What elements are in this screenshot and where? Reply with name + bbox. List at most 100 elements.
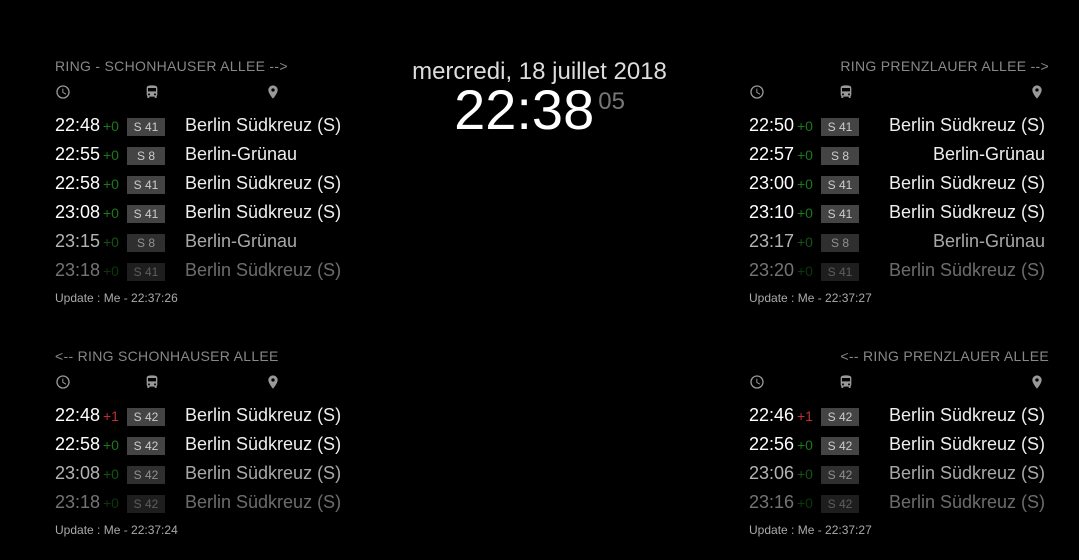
destination: Berlin Südkreuz (S)	[865, 492, 1049, 513]
departure-time: 22:50	[749, 115, 797, 136]
line-badge: S 42	[127, 492, 171, 513]
clock-icon	[749, 84, 821, 105]
panel-title: RING PRENZLAUER ALLEE -->	[749, 58, 1049, 74]
line-badge: S 42	[821, 463, 865, 484]
departure-delay: +0	[797, 118, 821, 134]
bus-icon	[821, 374, 871, 395]
panel-header	[749, 374, 1049, 395]
panel-header	[55, 374, 355, 395]
destination: Berlin Südkreuz (S)	[171, 173, 355, 194]
departure-row: 22:58+0S 42Berlin Südkreuz (S)	[55, 430, 355, 459]
panel-title: <-- RING SCHONHAUSER ALLEE	[55, 348, 355, 364]
line-badge: S 8	[127, 231, 171, 252]
departure-row: 23:16+0S 42Berlin Südkreuz (S)	[749, 488, 1049, 517]
update-time: Update : Me - 22:37:27	[749, 291, 1049, 305]
departure-delay: +0	[797, 437, 821, 453]
line-badge: S 42	[821, 492, 865, 513]
destination: Berlin Südkreuz (S)	[865, 434, 1049, 455]
departure-row: 22:58+0S 41Berlin Südkreuz (S)	[55, 169, 355, 198]
destination: Berlin Südkreuz (S)	[171, 115, 355, 136]
line-badge: S 41	[127, 202, 171, 223]
departure-delay: +0	[103, 495, 127, 511]
departure-row: 23:18+0S 41Berlin Südkreuz (S)	[55, 256, 355, 285]
departure-delay: +0	[103, 205, 127, 221]
departure-row: 23:06+0S 42Berlin Südkreuz (S)	[749, 459, 1049, 488]
destination: Berlin-Grünau	[171, 231, 355, 252]
departure-panel: RING - SCHONHAUSER ALLEE -->22:48+0S 41B…	[55, 58, 355, 305]
departure-row: 23:15+0S 8Berlin-Grünau	[55, 227, 355, 256]
line-badge: S 41	[127, 260, 171, 281]
departure-delay: +0	[103, 147, 127, 163]
destination: Berlin Südkreuz (S)	[171, 492, 355, 513]
line-badge: S 8	[821, 231, 865, 252]
departure-row: 22:50+0S 41Berlin Südkreuz (S)	[749, 111, 1049, 140]
destination: Berlin Südkreuz (S)	[865, 202, 1049, 223]
line-badge: S 8	[127, 144, 171, 165]
departure-panel: <-- RING SCHONHAUSER ALLEE 22:48+1S 42Ber…	[55, 348, 355, 537]
pin-icon	[177, 374, 355, 395]
departure-time: 23:18	[55, 492, 103, 513]
bus-icon	[127, 84, 177, 105]
departure-time: 22:57	[749, 144, 797, 165]
destination: Berlin Südkreuz (S)	[865, 173, 1049, 194]
pin-icon	[871, 84, 1049, 105]
departure-row: 22:48+0S 41Berlin Südkreuz (S)	[55, 111, 355, 140]
destination: Berlin Südkreuz (S)	[865, 260, 1049, 281]
line-badge: S 42	[821, 434, 865, 455]
destination: Berlin Südkreuz (S)	[865, 405, 1049, 426]
bus-icon	[127, 374, 177, 395]
panel-title: <-- RING PRENZLAUER ALLEE	[749, 348, 1049, 364]
line-badge: S 8	[821, 144, 865, 165]
departure-time: 22:55	[55, 144, 103, 165]
time-hhmm: 22:38	[454, 78, 594, 141]
departure-row: 23:17+0S 8Berlin-Grünau	[749, 227, 1049, 256]
departure-delay: +0	[103, 176, 127, 192]
departure-delay: +1	[797, 408, 821, 424]
departure-delay: +0	[103, 118, 127, 134]
departure-time: 22:58	[55, 173, 103, 194]
departure-time: 23:16	[749, 492, 797, 513]
line-badge: S 41	[821, 202, 865, 223]
departure-delay: +0	[797, 495, 821, 511]
departure-row: 23:00+0S 41Berlin Südkreuz (S)	[749, 169, 1049, 198]
departure-row: 23:08+0S 42Berlin Südkreuz (S)	[55, 459, 355, 488]
update-time: Update : Me - 22:37:24	[55, 523, 355, 537]
departure-delay: +0	[797, 263, 821, 279]
line-badge: S 41	[821, 115, 865, 136]
departure-time: 22:46	[749, 405, 797, 426]
departure-row: 22:46+1S 42Berlin Südkreuz (S)	[749, 401, 1049, 430]
destination: Berlin-Grünau	[865, 231, 1049, 252]
panel-header	[55, 84, 355, 105]
line-badge: S 42	[821, 405, 865, 426]
departure-time: 23:08	[55, 202, 103, 223]
departure-delay: +0	[103, 263, 127, 279]
destination: Berlin-Grünau	[865, 144, 1049, 165]
departure-time: 22:56	[749, 434, 797, 455]
line-badge: S 41	[127, 115, 171, 136]
pin-icon	[177, 84, 355, 105]
departure-time: 22:58	[55, 434, 103, 455]
line-badge: S 42	[127, 405, 171, 426]
departure-delay: +0	[797, 176, 821, 192]
departure-time: 23:18	[55, 260, 103, 281]
line-badge: S 42	[127, 463, 171, 484]
departure-delay: +0	[103, 437, 127, 453]
panel-title: RING - SCHONHAUSER ALLEE -->	[55, 58, 355, 74]
line-badge: S 42	[127, 434, 171, 455]
destination: Berlin Südkreuz (S)	[865, 115, 1049, 136]
update-time: Update : Me - 22:37:27	[749, 523, 1049, 537]
panel-header	[749, 84, 1049, 105]
departure-delay: +0	[103, 466, 127, 482]
departure-time: 23:00	[749, 173, 797, 194]
departure-row: 23:18+0S 42Berlin Südkreuz (S)	[55, 488, 355, 517]
departure-panel: RING PRENZLAUER ALLEE -->22:50+0S 41Berl…	[749, 58, 1049, 305]
departure-time: 22:48	[55, 115, 103, 136]
clock-icon	[55, 84, 127, 105]
departure-row: 22:48+1S 42Berlin Südkreuz (S)	[55, 401, 355, 430]
departure-time: 23:08	[55, 463, 103, 484]
pin-icon	[871, 374, 1049, 395]
destination: Berlin Südkreuz (S)	[171, 463, 355, 484]
departure-delay: +0	[797, 147, 821, 163]
departure-delay: +0	[797, 466, 821, 482]
destination: Berlin-Grünau	[171, 144, 355, 165]
